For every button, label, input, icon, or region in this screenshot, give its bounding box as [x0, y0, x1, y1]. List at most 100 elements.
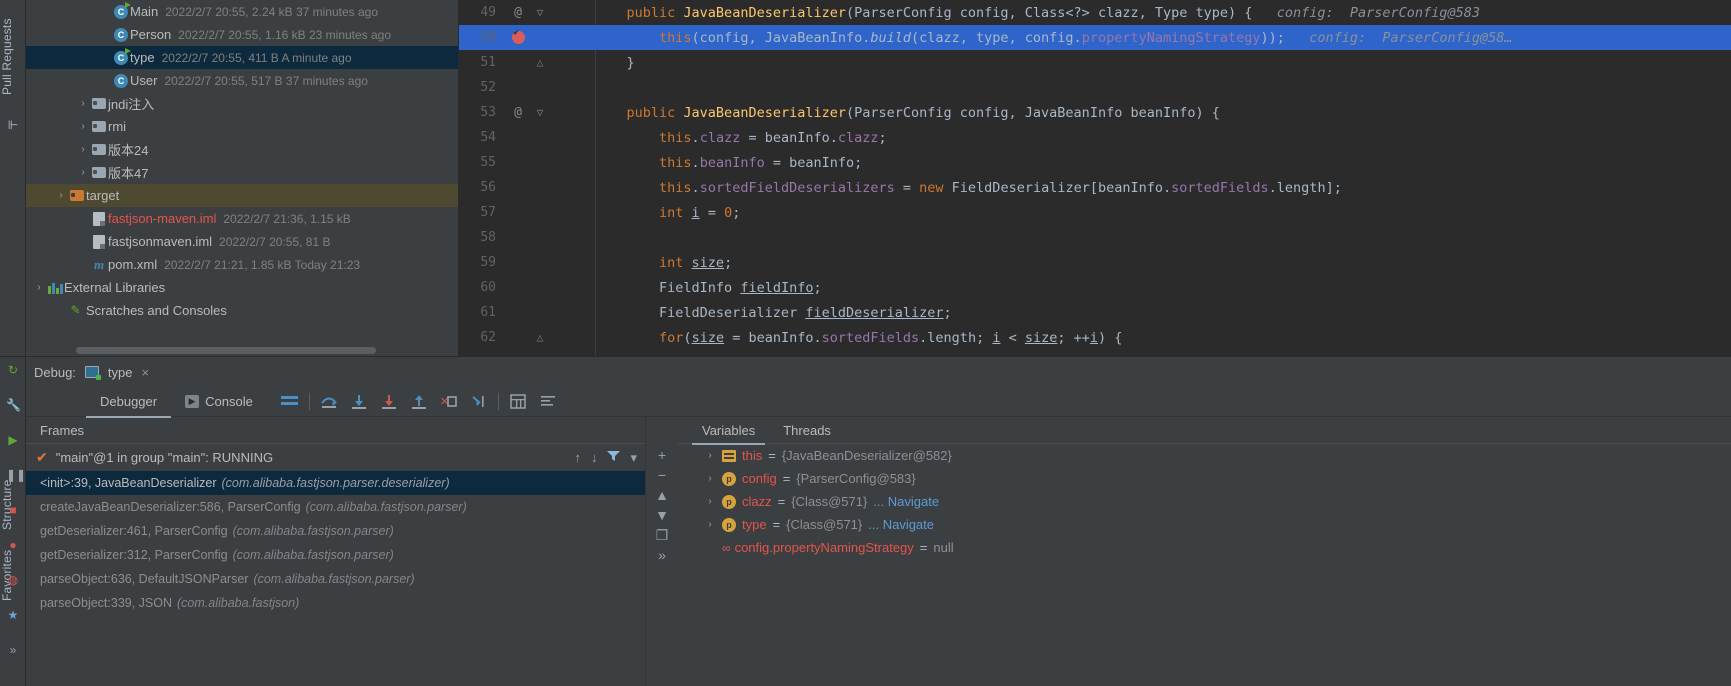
debug-config-name[interactable]: type [108, 365, 133, 380]
mute-breakpoints-icon[interactable]: ◍ [6, 573, 20, 587]
drop-frame-icon[interactable]: ✕ [434, 387, 464, 417]
mute-breakpoints-icon[interactable] [533, 387, 563, 417]
add-watch-button[interactable]: + [651, 445, 673, 465]
frame-down-icon[interactable]: ↓ [591, 450, 598, 465]
thread-selector[interactable]: ✔ "main"@1 in group "main": RUNNING ↑ ↓ … [26, 444, 645, 471]
frame-row[interactable]: createJavaBeanDeserializer:586, ParserCo… [26, 495, 645, 519]
tree-row[interactable]: C Main 2022/2/7 20:55, 2.24 kB 37 minute… [26, 0, 458, 23]
frame-row[interactable]: parseObject:339, JSON (com.alibaba.fastj… [26, 591, 645, 615]
pin-icon[interactable]: ★ [6, 608, 20, 622]
frame-row[interactable]: <init>:39, JavaBeanDeserializer (com.ali… [26, 471, 645, 495]
tree-row[interactable]: m pom.xml 2022/2/7 21:21, 1.85 kB Today … [26, 253, 458, 276]
close-session-icon[interactable]: × [142, 365, 150, 380]
frame-row[interactable]: getDeserializer:461, ParserConfig (com.a… [26, 519, 645, 543]
tree-row[interactable]: › 版本24 [26, 138, 458, 161]
tree-row[interactable]: C type 2022/2/7 20:55, 411 B A minute ag… [26, 46, 458, 69]
code-line[interactable]: 50 this(config, JavaBeanInfo.build(clazz… [459, 25, 1731, 50]
tree-expand-chevron[interactable]: › [54, 190, 68, 201]
annotation-gutter-icon[interactable]: @ [505, 5, 531, 20]
code-line[interactable]: 60 FieldInfo fieldInfo; [459, 275, 1731, 300]
code-line[interactable]: 59 int size; [459, 250, 1731, 275]
tree-row[interactable]: ✎ Scratches and Consoles [26, 299, 458, 322]
run-to-cursor-icon[interactable] [464, 387, 494, 417]
navigate-link[interactable]: ... Navigate [868, 517, 934, 532]
code-line[interactable]: 58 [459, 225, 1731, 250]
variable-expand-chevron[interactable]: › [704, 473, 716, 484]
rerun-icon[interactable]: ↻ [6, 363, 20, 377]
tree-row[interactable]: › 版本47 [26, 161, 458, 184]
frame-up-icon[interactable]: ↑ [574, 450, 581, 465]
fold-marker-icon[interactable]: △ [531, 331, 549, 344]
variable-row[interactable]: › p config = {ParserConfig@583} [678, 467, 1731, 490]
variable-expand-chevron[interactable]: › [704, 496, 716, 507]
tree-row[interactable]: fastjson-maven.iml 2022/2/7 21:36, 1.15 … [26, 207, 458, 230]
frame-row[interactable]: getDeserializer:312, ParserConfig (com.a… [26, 543, 645, 567]
code-line[interactable]: 61 FieldDeserializer fieldDeserializer; [459, 300, 1731, 325]
variable-row[interactable]: › this = {JavaBeanDeserializer@582} [678, 444, 1731, 467]
frames-dropdown-icon[interactable]: ▾ [630, 450, 637, 466]
tree-expand-chevron[interactable]: › [76, 121, 90, 132]
tab-variables[interactable]: Variables [688, 417, 769, 445]
tab-debugger[interactable]: Debugger [86, 387, 172, 418]
layout-settings-icon[interactable] [275, 387, 305, 417]
step-into-icon[interactable] [344, 387, 374, 417]
code-line[interactable]: 55 this. beanInfo = beanInfo; [459, 150, 1731, 175]
tree-row[interactable]: C Person 2022/2/7 20:55, 1.16 kB 23 minu… [26, 23, 458, 46]
filter-icon[interactable] [607, 450, 621, 465]
tree-expand-chevron[interactable]: › [76, 144, 90, 155]
code-line[interactable]: 57 int i = 0; [459, 200, 1731, 225]
tree-expand-chevron[interactable]: › [76, 98, 90, 109]
view-breakpoints-icon[interactable]: ● [6, 538, 20, 552]
more-icon[interactable]: » [6, 643, 20, 657]
variable-row[interactable]: › p clazz = {Class@571} ... Navigate [678, 490, 1731, 513]
code-editor[interactable]: 49 @ ▽ public JavaBeanDeserializer (Parser… [459, 0, 1731, 356]
tree-expand-chevron[interactable]: › [76, 167, 90, 178]
move-up-button[interactable]: ▲ [651, 485, 673, 505]
variable-row[interactable]: ›∞ config.propertyNamingStrategy = null [678, 536, 1731, 559]
tree-row[interactable]: › target [26, 184, 458, 207]
tree-row[interactable]: C User 2022/2/7 20:55, 517 B 37 minutes … [26, 69, 458, 92]
code-line[interactable]: 56 this. sortedFieldDeserializers = new F… [459, 175, 1731, 200]
variable-row[interactable]: › p type = {Class@571} ... Navigate [678, 513, 1731, 536]
step-out-icon[interactable] [404, 387, 434, 417]
more-button[interactable]: » [651, 545, 673, 565]
code-token: )); [1260, 29, 1285, 46]
variable-name: config [742, 471, 777, 486]
navigate-link[interactable]: ... Navigate [873, 494, 939, 509]
code-line[interactable]: 49 @ ▽ public JavaBeanDeserializer (Parser… [459, 0, 1731, 25]
copy-button[interactable]: ❐ [651, 525, 673, 545]
code-line[interactable]: 54 this. clazz = beanInfo. clazz; [459, 125, 1731, 150]
tool-window-pull-requests[interactable]: Pull Requests [0, 2, 26, 112]
tree-row[interactable]: › jndi注入 [26, 92, 458, 115]
force-step-into-icon[interactable] [374, 387, 404, 417]
tab-threads[interactable]: Threads [769, 417, 845, 444]
project-tree[interactable]: C Main 2022/2/7 20:55, 2.24 kB 37 minute… [26, 0, 459, 356]
tree-row[interactable]: › External Libraries [26, 276, 458, 299]
settings-wrench-icon[interactable]: 🔧 [6, 398, 21, 412]
fold-marker-icon[interactable]: ▽ [531, 6, 549, 19]
step-over-icon[interactable] [314, 387, 344, 417]
fold-marker-icon[interactable]: △ [531, 56, 549, 69]
code-line[interactable]: 62 △ for(size = beanInfo. sortedFields .le… [459, 325, 1731, 350]
remove-watch-button[interactable]: − [651, 465, 673, 485]
evaluate-expression-icon[interactable] [503, 387, 533, 417]
variable-expand-chevron[interactable]: › [704, 519, 716, 530]
fold-marker-icon[interactable]: ▽ [531, 106, 549, 119]
stop-icon[interactable]: ■ [6, 503, 20, 517]
annotation-gutter-icon[interactable]: @ [505, 105, 531, 120]
tree-row[interactable]: › rmi [26, 115, 458, 138]
code-line[interactable]: 52 [459, 75, 1731, 100]
commit-icon[interactable]: ⊩ [6, 118, 20, 132]
frame-row[interactable]: parseObject:636, DefaultJSONParser (com.… [26, 567, 645, 591]
tree-horizontal-scrollbar[interactable] [76, 347, 376, 354]
move-down-button[interactable]: ▼ [651, 505, 673, 525]
code-line[interactable]: 51 △ } [459, 50, 1731, 75]
pause-icon[interactable]: ❚❚ [6, 468, 26, 482]
tree-row[interactable]: fastjsonmaven.iml 2022/2/7 20:55, 81 B [26, 230, 458, 253]
breakpoint-icon[interactable] [505, 28, 531, 46]
tab-console[interactable]: ▶ Console [171, 387, 267, 417]
tree-expand-chevron[interactable]: › [32, 282, 46, 293]
resume-icon[interactable]: ▶ [6, 433, 20, 447]
variable-expand-chevron[interactable]: › [704, 450, 716, 461]
code-line[interactable]: 53 @ ▽ public JavaBeanDeserializer (Parser… [459, 100, 1731, 125]
